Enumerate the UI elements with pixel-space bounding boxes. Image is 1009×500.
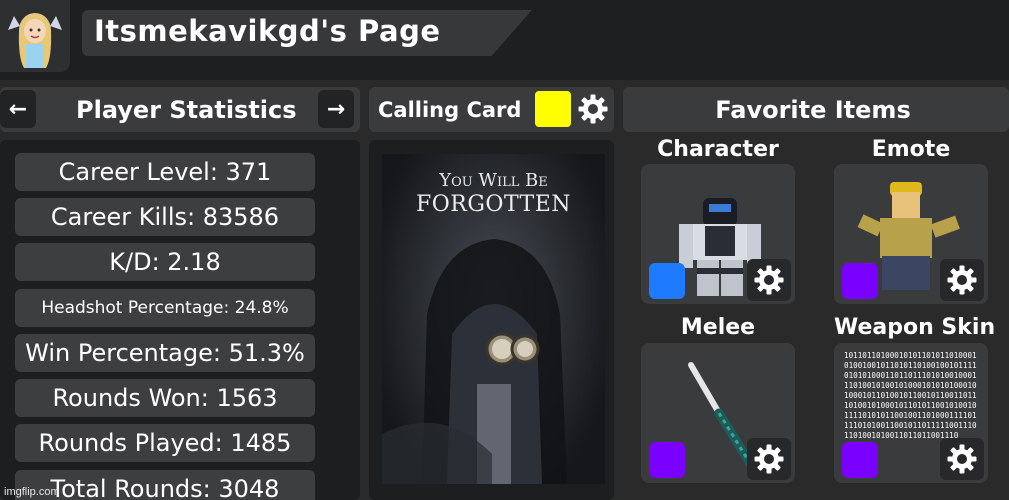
arrow-right-icon: → — [326, 96, 346, 122]
weapon-skin-settings-button[interactable] — [940, 438, 984, 480]
character-color-swatch[interactable] — [649, 263, 685, 299]
favorite-items-title: Favorite Items — [715, 96, 911, 124]
character-settings-button[interactable] — [747, 259, 791, 301]
favorite-weapon-skin-label: Weapon Skin — [834, 315, 996, 340]
calling-card-text-line-2: FORGOTTEN — [415, 192, 572, 217]
melee-settings-button[interactable] — [747, 438, 791, 480]
gear-icon — [578, 94, 608, 124]
arrow-left-icon: ← — [8, 96, 28, 122]
statistics-title: Player Statistics — [76, 96, 297, 124]
calling-card-settings-button[interactable] — [577, 93, 609, 125]
gear-icon — [947, 265, 977, 295]
melee-color-swatch[interactable] — [649, 442, 685, 478]
stat-rounds-played: Rounds Played: 1485 — [15, 424, 315, 462]
stat-career-kills: Career Kills: 83586 — [15, 198, 315, 236]
weapon-skin-color-swatch[interactable] — [842, 442, 878, 478]
favorite-weapon-skin-slot[interactable]: 1011011010001010110101101000101001001011… — [834, 343, 988, 483]
gear-icon — [754, 444, 784, 474]
stat-win-percentage: Win Percentage: 51.3% — [15, 334, 315, 372]
emote-color-swatch[interactable] — [842, 263, 878, 299]
emote-settings-button[interactable] — [940, 259, 984, 301]
calling-card-color-swatch[interactable] — [535, 91, 571, 127]
previous-stat-button[interactable]: ← — [0, 90, 36, 128]
next-stat-button[interactable]: → — [318, 90, 354, 128]
player-avatar — [0, 0, 70, 72]
gear-icon — [947, 444, 977, 474]
calling-card-label: Calling Card — [378, 98, 522, 122]
page-title: Itsmekavikgd's Page — [94, 14, 441, 48]
favorite-melee-label: Melee — [680, 315, 756, 340]
stat-career-level: Career Level: 371 — [15, 153, 315, 191]
favorite-character-label: Character — [657, 137, 779, 162]
watermark: imgflip.com — [4, 486, 60, 498]
favorite-emote-slot[interactable] — [834, 164, 988, 304]
favorite-emote-label: Emote — [871, 137, 951, 162]
favorite-character-slot[interactable] — [641, 164, 795, 304]
calling-card-image[interactable]: You Will Be FORGOTTEN — [382, 154, 605, 484]
stat-kd: K/D: 2.18 — [15, 243, 315, 281]
favorite-melee-slot[interactable] — [641, 343, 795, 483]
stat-headshot-percentage: Headshot Percentage: 24.8% — [15, 289, 315, 327]
statistics-list[interactable]: Career Level: 371 Career Kills: 83586 K/… — [0, 140, 360, 500]
stat-total-rounds: Total Rounds: 3048 — [15, 470, 315, 500]
stat-rounds-won: Rounds Won: 1563 — [15, 379, 315, 417]
gear-icon — [754, 265, 784, 295]
calling-card-text-line-1: You Will Be — [439, 170, 548, 191]
